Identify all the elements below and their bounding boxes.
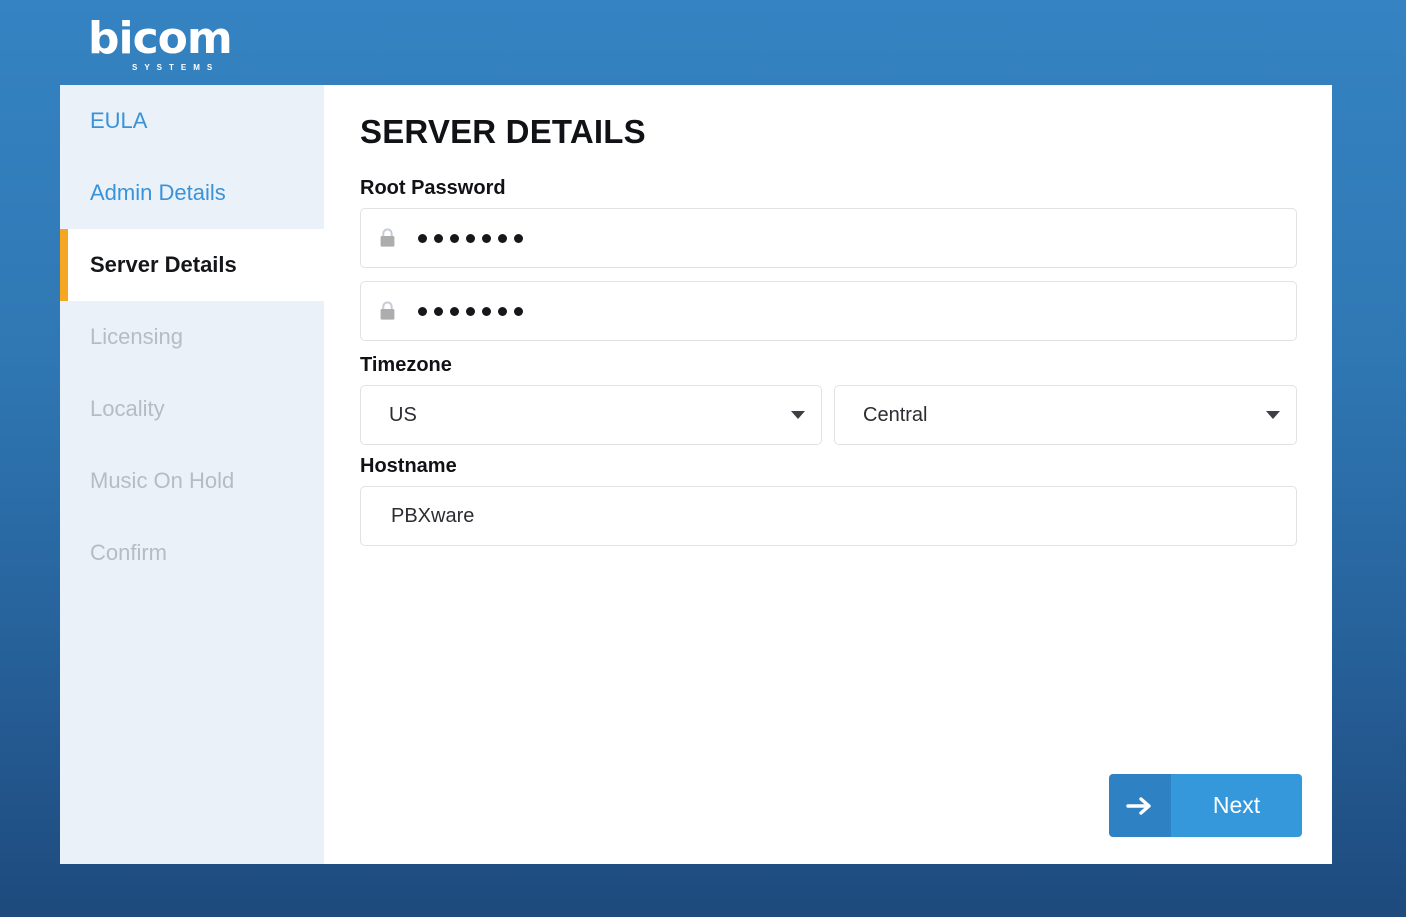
arrow-right-icon: [1126, 796, 1151, 815]
sidebar-item-label: Server Details: [90, 252, 237, 277]
sidebar-item-label: Admin Details: [90, 180, 226, 205]
chevron-down-icon: [1266, 411, 1280, 419]
brand-tagline: SYSTEMS: [132, 63, 220, 72]
timezone-label: Timezone: [360, 354, 452, 376]
timezone-selects: US Central: [360, 385, 1297, 445]
hostname-label: Hostname: [360, 455, 457, 477]
sidebar-item-label: EULA: [90, 108, 148, 133]
root-password-masked-value: [396, 233, 523, 243]
sidebar-item-label: Locality: [90, 396, 165, 421]
hostname-input[interactable]: PBXware: [360, 486, 1297, 546]
sidebar-item-server-details[interactable]: Server Details: [60, 229, 324, 301]
next-button-icon-pane: [1109, 774, 1171, 837]
sidebar-item-music-on-hold[interactable]: Music On Hold: [60, 445, 324, 517]
chevron-down-icon: [791, 411, 805, 419]
page-title: SERVER DETAILS: [360, 113, 646, 150]
wizard-sidebar: EULA Admin Details Server Details Licens…: [60, 85, 324, 864]
sidebar-item-locality[interactable]: Locality: [60, 373, 324, 445]
sidebar-item-label: Music On Hold: [90, 468, 235, 493]
timezone-zone-value: Central: [863, 403, 928, 426]
root-password-confirm-masked-value: [396, 306, 523, 316]
sidebar-item-confirm[interactable]: Confirm: [60, 517, 324, 589]
timezone-region-value: US: [389, 403, 417, 426]
hostname-value: PBXware: [391, 504, 475, 527]
lock-icon: [380, 228, 395, 247]
timezone-region-select[interactable]: US: [360, 385, 822, 445]
root-password-confirm-input[interactable]: [360, 281, 1297, 341]
timezone-zone-select[interactable]: Central: [834, 385, 1297, 445]
brand-logo: bicom SYSTEMS: [88, 16, 348, 76]
next-button-label-pane: Next: [1171, 774, 1302, 837]
sidebar-item-label: Confirm: [90, 540, 168, 565]
next-button-label: Next: [1212, 792, 1261, 818]
next-button[interactable]: Next: [1109, 774, 1302, 837]
sidebar-item-label: Licensing: [90, 324, 183, 349]
sidebar-item-eula[interactable]: EULA: [60, 85, 324, 157]
root-password-input[interactable]: [360, 208, 1297, 268]
wizard-card: EULA Admin Details Server Details Licens…: [60, 85, 1332, 864]
wizard-main-panel: SERVER DETAILS Root Password Timezone US…: [324, 85, 1332, 864]
brand-name: bicom: [88, 13, 233, 64]
sidebar-item-admin-details[interactable]: Admin Details: [60, 157, 324, 229]
lock-icon: [380, 301, 395, 320]
sidebar-item-licensing[interactable]: Licensing: [60, 301, 324, 373]
root-password-label: Root Password: [360, 177, 506, 199]
